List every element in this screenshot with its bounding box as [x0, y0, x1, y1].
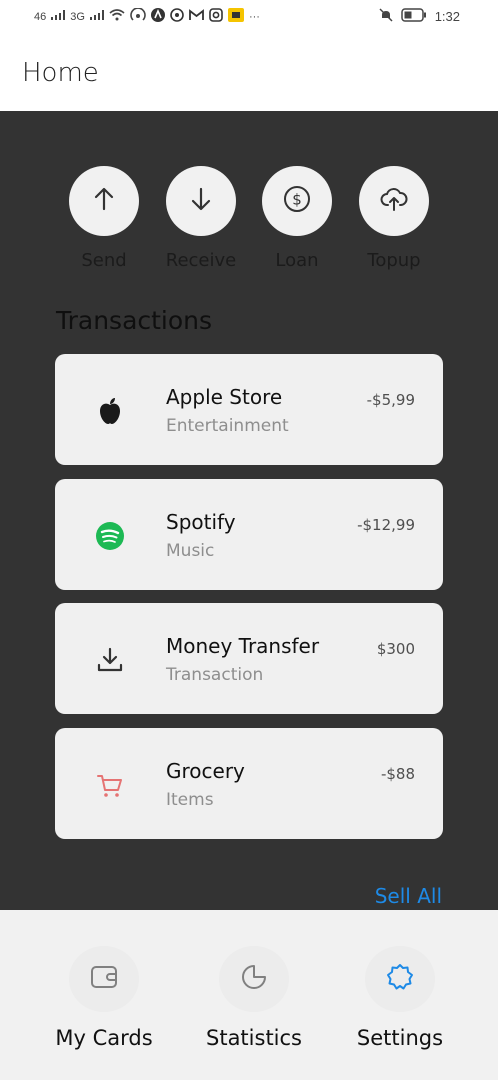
transaction-amount: -$88 — [380, 765, 415, 783]
whatsapp-icon — [170, 8, 184, 25]
transaction-name: Grocery — [166, 759, 245, 783]
network-type-right: 3G — [70, 10, 85, 23]
send-button[interactable] — [69, 166, 139, 236]
transaction-name: Apple Store — [166, 385, 283, 409]
transaction-amount: -$12,99 — [357, 516, 415, 534]
network-type-left: 46 — [34, 10, 47, 23]
gear-icon — [385, 962, 415, 996]
loan-button[interactable]: $ — [262, 166, 332, 236]
receive-label: Receive — [165, 250, 237, 271]
nav-item-statistics[interactable]: Statistics — [179, 946, 329, 1050]
clock: 1:32 — [434, 9, 460, 24]
page-title: Home — [22, 58, 99, 88]
transaction-amount: $300 — [376, 640, 415, 658]
transaction-amount: -$5,99 — [366, 391, 415, 409]
topup-label: Topup — [367, 250, 421, 271]
settings-button[interactable] — [365, 946, 435, 1012]
topup-action[interactable]: Topup — [349, 166, 439, 271]
transaction-card-money-transfer[interactable]: Money Transfer Transaction $300 — [55, 603, 443, 714]
nav-item-my-cards[interactable]: My Cards — [29, 946, 179, 1050]
app-icon — [150, 8, 165, 25]
statistics-button[interactable] — [219, 946, 289, 1012]
nav-label-my-cards: My Cards — [55, 1026, 153, 1050]
receive-action[interactable]: Receive — [156, 166, 246, 271]
loan-action[interactable]: $ Loan — [252, 166, 342, 271]
hotspot-icon — [130, 7, 146, 25]
receive-button[interactable] — [166, 166, 236, 236]
app-bar: Home — [0, 34, 498, 111]
wallet-icon — [89, 964, 119, 994]
arrow-up-icon — [90, 185, 118, 217]
status-right: 1:32 — [379, 8, 460, 25]
battery-icon — [400, 8, 427, 25]
loan-label: Loan — [275, 250, 319, 271]
nav-item-settings[interactable]: Settings — [325, 946, 475, 1050]
more-indicator: ··· — [248, 10, 260, 23]
see-all-link[interactable]: Sell All — [375, 884, 442, 908]
app-icon — [227, 8, 244, 25]
instagram-icon — [209, 8, 223, 25]
transactions-title: Transactions — [56, 306, 213, 335]
topup-button[interactable] — [359, 166, 429, 236]
apple-icon — [93, 394, 127, 428]
mute-icon — [379, 8, 393, 25]
signal-icon — [89, 10, 104, 23]
dollar-circle-icon: $ — [282, 184, 312, 218]
download-icon — [93, 643, 127, 677]
cloud-upload-icon — [379, 184, 409, 218]
spotify-icon — [93, 519, 127, 553]
cart-icon — [93, 768, 127, 802]
gmail-icon — [189, 9, 204, 24]
transaction-category: Entertainment — [166, 416, 289, 436]
status-bar: 46 3G ··· 1:32 — [0, 0, 498, 34]
transaction-card-apple-store[interactable]: Apple Store Entertainment -$5,99 — [55, 354, 443, 465]
transaction-card-spotify[interactable]: Spotify Music -$12,99 — [55, 479, 443, 590]
transaction-category: Transaction — [166, 665, 264, 685]
send-label: Send — [81, 250, 127, 271]
pie-chart-icon — [239, 962, 269, 996]
transaction-card-grocery[interactable]: Grocery Items -$88 — [55, 728, 443, 839]
transaction-category: Music — [166, 541, 215, 561]
transaction-category: Items — [166, 790, 214, 810]
nav-label-settings: Settings — [356, 1026, 444, 1050]
status-left: 46 3G ··· — [34, 7, 260, 25]
svg-text:$: $ — [292, 191, 302, 209]
transaction-name: Spotify — [166, 510, 236, 534]
my-cards-button[interactable] — [69, 946, 139, 1012]
arrow-down-icon — [187, 185, 215, 217]
wifi-icon — [109, 9, 125, 24]
nav-label-statistics: Statistics — [206, 1026, 302, 1050]
transaction-name: Money Transfer — [166, 634, 320, 658]
bottom-nav: My Cards Statistics Settings — [0, 910, 498, 1080]
send-action[interactable]: Send — [59, 166, 149, 271]
signal-icon — [51, 10, 66, 23]
